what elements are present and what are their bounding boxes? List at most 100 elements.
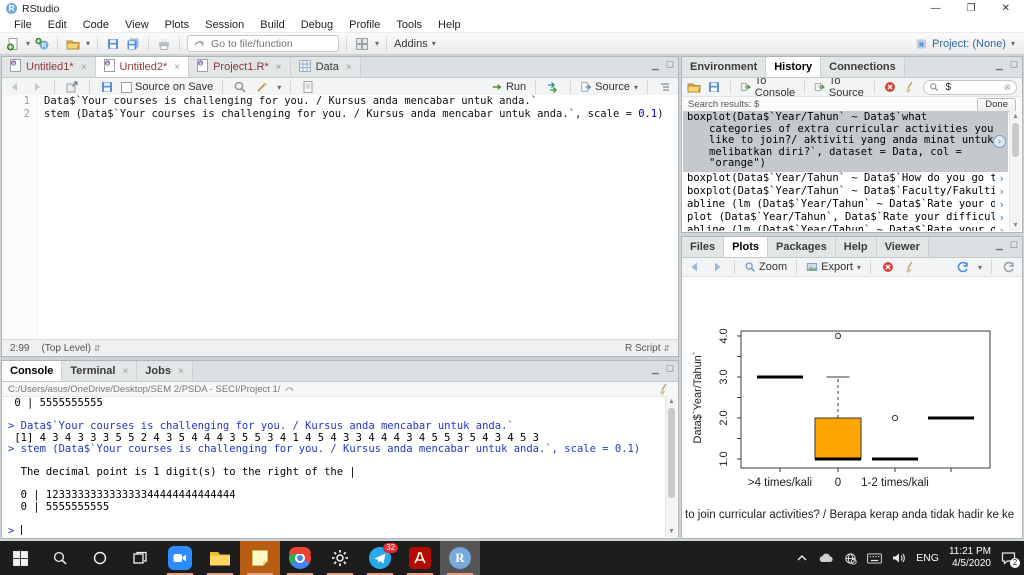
menu-plots[interactable]: Plots <box>157 19 197 31</box>
previous-plot-icon[interactable] <box>687 259 703 275</box>
clear-console-broom-icon[interactable] <box>656 381 672 397</box>
remove-plot-icon[interactable] <box>880 259 896 275</box>
document-outline-icon[interactable] <box>657 79 673 95</box>
new-file-icon[interactable] <box>5 36 21 52</box>
history-scrollbar[interactable]: ▲▼ <box>1009 111 1021 231</box>
new-project-icon[interactable]: R <box>34 36 50 52</box>
taskbar-chrome-icon[interactable] <box>280 541 320 575</box>
taskbar-acrobat-icon[interactable] <box>400 541 440 575</box>
taskbar-zoom-app-icon[interactable] <box>160 541 200 575</box>
language-indicator[interactable]: ENG <box>916 552 939 564</box>
code-tools-dropdown[interactable]: ▾ <box>277 83 281 92</box>
taskbar-file-explorer-icon[interactable] <box>200 541 240 575</box>
rerun-icon[interactable] <box>545 79 561 95</box>
source-button[interactable]: Source▾ <box>580 79 638 95</box>
export-plot-button[interactable]: Export▾ <box>806 259 861 275</box>
load-history-icon[interactable] <box>687 79 701 95</box>
goto-input[interactable] <box>209 37 323 51</box>
expand-entry-icon[interactable]: › <box>995 211 1008 224</box>
taskbar-sticky-notes-icon[interactable] <box>240 541 280 575</box>
history-entry[interactable]: abline (lm (Data$`Year/Tahun` ~ Data$`Ra… <box>683 198 1008 211</box>
close-tab-icon[interactable]: × <box>81 62 87 73</box>
tray-chevron-icon[interactable] <box>796 552 808 564</box>
console-tab-console[interactable]: Console <box>2 361 62 381</box>
maximize-pane-icon[interactable]: ☐ <box>1010 240 1018 250</box>
save-all-icon[interactable] <box>125 36 141 52</box>
close-button[interactable]: ✕ <box>1002 3 1010 14</box>
maximize-pane-icon[interactable]: ☐ <box>666 60 674 70</box>
clear-plots-broom-icon[interactable] <box>902 259 918 275</box>
popout-icon[interactable] <box>64 79 80 95</box>
taskbar-settings-icon[interactable] <box>320 541 360 575</box>
goto-directory-icon[interactable] <box>284 384 294 394</box>
taskbar-task-view-icon[interactable] <box>120 541 160 575</box>
menu-code[interactable]: Code <box>75 19 117 31</box>
minimize-pane-icon[interactable]: ▁ <box>996 60 1003 70</box>
expand-entry-icon[interactable]: › <box>995 185 1008 198</box>
taskbar-start-icon[interactable] <box>0 541 40 575</box>
minimize-button[interactable]: — <box>931 3 941 14</box>
history-selected-entry[interactable]: boxplot(Data$`Year/Tahun` ~ Data$`what c… <box>683 111 1008 172</box>
addins-menu[interactable]: Addins▾ <box>394 38 436 50</box>
history-search-box[interactable]: ⊗ <box>923 80 1017 95</box>
ime-keyboard-icon[interactable] <box>867 553 882 564</box>
done-button[interactable]: Done <box>977 98 1016 112</box>
history-entry[interactable]: boxplot(Data$`Year/Tahun` ~ Data$`How do… <box>683 172 1008 185</box>
expand-entry-icon[interactable]: › <box>995 198 1008 211</box>
close-tab-icon[interactable]: × <box>122 366 128 377</box>
new-file-dropdown[interactable]: ▾ <box>26 39 30 48</box>
remove-entry-icon[interactable] <box>883 79 897 95</box>
history-search-input[interactable] <box>943 81 999 94</box>
output-tab-help[interactable]: Help <box>836 237 877 257</box>
doc-type-selector[interactable]: R Script ⇵ <box>625 343 670 354</box>
workspace-tab-environment[interactable]: Environment <box>682 57 766 77</box>
expand-entry-icon[interactable]: › <box>993 135 1006 148</box>
open-file-icon[interactable] <box>65 36 81 52</box>
volume-icon[interactable] <box>892 552 906 564</box>
console-tab-jobs[interactable]: Jobs× <box>137 361 193 381</box>
nav-forward-icon[interactable] <box>29 79 45 95</box>
zoom-plot-button[interactable]: Zoom <box>744 259 787 275</box>
close-tab-icon[interactable]: × <box>346 62 352 73</box>
clock[interactable]: 11:21 PM 4/5/2020 <box>949 546 991 570</box>
code-tools-wand-icon[interactable] <box>254 79 270 95</box>
expand-entry-icon[interactable]: › <box>995 224 1008 232</box>
menu-tools[interactable]: Tools <box>388 19 430 31</box>
pane-layout-dropdown[interactable]: ▾ <box>375 39 379 48</box>
console-prompt-line[interactable]: > <box>8 525 666 538</box>
save-icon[interactable] <box>99 79 115 95</box>
history-entry[interactable]: boxplot(Data$`Year/Tahun` ~ Data$`Facult… <box>683 185 1008 198</box>
output-tab-plots[interactable]: Plots <box>724 237 768 257</box>
taskbar-search-icon[interactable] <box>40 541 80 575</box>
code-editor[interactable]: 1Data$`Your courses is challenging for y… <box>2 95 678 340</box>
save-icon[interactable] <box>105 36 121 52</box>
menu-session[interactable]: Session <box>197 19 252 31</box>
output-tab-files[interactable]: Files <box>682 237 724 257</box>
maximize-pane-icon[interactable]: ☐ <box>666 364 674 374</box>
close-tab-icon[interactable]: × <box>276 62 282 73</box>
minimize-pane-icon[interactable]: ▁ <box>652 60 659 70</box>
save-history-icon[interactable] <box>707 79 721 95</box>
close-tab-icon[interactable]: × <box>174 62 180 73</box>
expand-entry-icon[interactable]: › <box>995 172 1008 185</box>
minimize-pane-icon[interactable]: ▁ <box>996 240 1003 250</box>
menu-help[interactable]: Help <box>430 19 469 31</box>
menu-view[interactable]: View <box>117 19 157 31</box>
onedrive-icon[interactable] <box>818 552 834 564</box>
close-tab-icon[interactable]: × <box>178 366 184 377</box>
publish-icon[interactable] <box>955 259 971 275</box>
history-entry[interactable]: abline (lm (Data$`Year/Tahun` ~ Data$`Ra… <box>683 224 1008 232</box>
console-output[interactable]: 0 | 5555555555 > Data$`Your courses is c… <box>2 396 666 537</box>
to-console-button[interactable]: To Console <box>740 75 795 99</box>
clear-history-broom-icon[interactable] <box>903 79 917 95</box>
menu-file[interactable]: File <box>6 19 40 31</box>
taskbar-rstudio-icon[interactable]: R <box>440 541 480 575</box>
print-icon[interactable] <box>156 36 172 52</box>
taskbar-telegram-icon[interactable]: 32 <box>360 541 400 575</box>
maximize-pane-icon[interactable]: ☐ <box>1010 60 1018 70</box>
to-source-button[interactable]: To Source <box>814 75 865 99</box>
menu-edit[interactable]: Edit <box>40 19 75 31</box>
action-center-icon[interactable]: 2 <box>1001 551 1016 565</box>
output-tab-packages[interactable]: Packages <box>768 237 836 257</box>
open-recent-dropdown[interactable]: ▾ <box>86 39 90 48</box>
